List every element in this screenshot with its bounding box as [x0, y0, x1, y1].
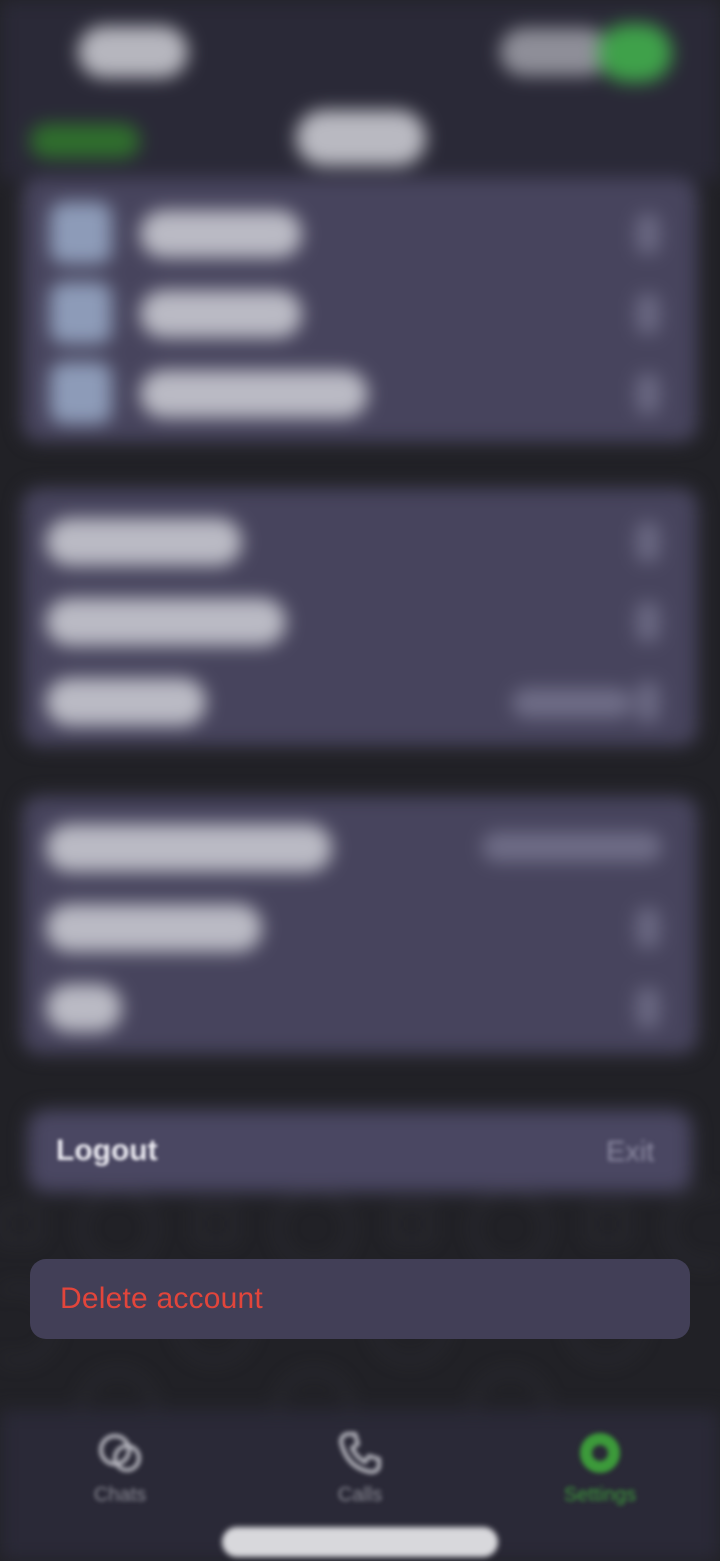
logout-exit-label: Exit — [606, 1136, 655, 1168]
gear-icon — [580, 1433, 620, 1473]
settings-group-2 — [22, 488, 698, 746]
chevron-right-icon — [636, 908, 660, 948]
pattern-mark — [668, 1190, 720, 1266]
header-title-blob — [296, 110, 426, 166]
status-time-blob — [78, 26, 188, 78]
home-indicator — [222, 1527, 498, 1557]
tab-chats[interactable]: Chats — [40, 1426, 200, 1516]
pattern-lock — [196, 1206, 236, 1242]
row-text-blob — [46, 824, 332, 872]
chevron-right-icon — [636, 214, 660, 254]
pattern-mark — [472, 1190, 548, 1266]
logout-label: Logout — [56, 1134, 158, 1167]
delete-account-button[interactable]: Delete account — [30, 1259, 690, 1339]
chats-icon — [99, 1434, 141, 1472]
pattern-lock — [392, 1206, 432, 1242]
chevron-right-icon — [636, 602, 660, 642]
pattern-mark — [276, 1190, 352, 1266]
pattern-lock — [0, 1206, 40, 1242]
phone-icon — [339, 1432, 381, 1474]
row-value-blob — [512, 688, 632, 718]
delete-account-label: Delete account — [60, 1282, 263, 1315]
row-text-blob — [46, 984, 122, 1032]
row-text-blob — [46, 598, 286, 646]
row-icon — [50, 282, 112, 344]
pattern-lock — [588, 1206, 628, 1242]
pattern-mark — [80, 1190, 156, 1266]
row-text-blob — [140, 290, 302, 338]
status-indicators-blob — [500, 28, 610, 76]
chevron-right-icon — [636, 988, 660, 1028]
row-text-blob — [46, 678, 206, 726]
tab-settings-label: Settings — [563, 1484, 637, 1506]
chevron-right-icon — [636, 522, 660, 562]
row-text-blob — [140, 210, 302, 258]
row-text-blob — [46, 518, 242, 566]
row-icon — [50, 362, 112, 424]
tab-calls-label: Calls — [337, 1484, 383, 1506]
chevron-right-icon — [636, 294, 660, 334]
settings-group-3 — [22, 796, 698, 1054]
settings-group-1 — [22, 178, 698, 442]
chevron-right-icon — [636, 682, 660, 722]
row-text-blob — [140, 370, 368, 418]
tab-calls[interactable]: Calls — [280, 1426, 440, 1516]
tab-chats-label: Chats — [93, 1484, 147, 1506]
chevron-right-icon — [636, 374, 660, 414]
tab-settings[interactable]: Settings — [520, 1426, 680, 1516]
status-green-pill — [598, 24, 672, 82]
row-icon — [50, 202, 112, 264]
row-value-blob — [482, 832, 662, 862]
header-left-action-blob — [30, 124, 140, 158]
row-text-blob — [46, 904, 262, 952]
settings-screen: Logout Exit Delete account Chats Calls S… — [0, 0, 720, 1561]
